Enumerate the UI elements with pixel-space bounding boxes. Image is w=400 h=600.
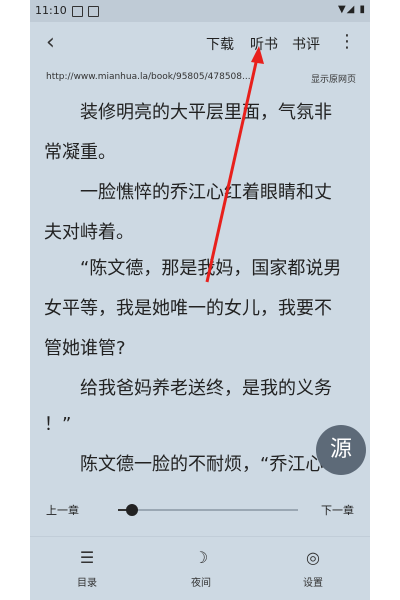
text-line: 装修明亮的大平层里面，气氛非 (44, 102, 332, 123)
status-bar: 11:10 ▼◢ ▮ (30, 0, 370, 22)
settings-icon: ◎ (306, 548, 320, 567)
reader-screen: 11:10 ▼◢ ▮ ‹ 下载 听书 书评 ⋮ http://www.mianh… (30, 0, 370, 600)
notification-icon (88, 6, 99, 17)
text-line: 女平等，我是她唯一的女儿，我要不 (44, 298, 332, 319)
reader-bottom-panel: 上一章 下一章 ☰ 目录 ☽ 夜间 ◎ 设置 (30, 490, 370, 600)
reader-toolbar: ‹ 下载 听书 书评 ⋮ (30, 22, 370, 64)
show-source-page-button[interactable]: 显示原网页 (311, 72, 356, 85)
previous-chapter-button[interactable]: 上一章 (46, 502, 79, 518)
moon-icon: ☽ (193, 548, 209, 567)
status-time: 11:10 (35, 4, 67, 17)
text-line: 管她谁管? (44, 338, 126, 359)
more-menu-button[interactable]: ⋮ (338, 31, 356, 52)
text-line: “陈文德，那是我妈，国家都说男 (44, 258, 342, 279)
nav-settings[interactable]: ◎ 设置 (283, 548, 343, 589)
chapter-progress-slider[interactable] (118, 504, 298, 516)
source-fab-button[interactable]: 源 (316, 425, 366, 475)
nav-night-mode[interactable]: ☽ 夜间 (171, 548, 231, 589)
back-button[interactable]: ‹ (46, 30, 55, 55)
menu-list-icon: ☰ (79, 548, 95, 567)
text-line: 陈文德一脸的不耐烦，“乔江心 (44, 454, 324, 475)
nav-settings-label: 设置 (303, 578, 323, 589)
listen-button[interactable]: 听书 (250, 34, 278, 54)
text-line: 常凝重。 (44, 142, 116, 163)
system-icons: ▼◢ ▮ (337, 4, 366, 15)
text-line: 给我爸妈养老送终，是我的义务 (44, 378, 332, 399)
nav-catalog-label: 目录 (77, 578, 97, 589)
nav-night-mode-label: 夜间 (191, 578, 211, 589)
source-url: http://www.mianhua.la/book/95805/478508.… (46, 72, 251, 82)
nav-catalog[interactable]: ☰ 目录 (57, 548, 117, 589)
progress-thumb[interactable] (126, 504, 139, 516)
source-url-bar: http://www.mianhua.la/book/95805/478508.… (30, 68, 370, 90)
next-chapter-button[interactable]: 下一章 (321, 502, 354, 518)
divider (30, 536, 370, 537)
text-line: 一脸憔悴的乔江心红着眼睛和丈 (44, 182, 332, 203)
text-line: ！” (44, 414, 72, 435)
notification-icon (72, 6, 83, 17)
review-button[interactable]: 书评 (292, 34, 320, 54)
text-line: 夫对峙着。 (44, 222, 134, 243)
download-button[interactable]: 下载 (206, 34, 234, 54)
